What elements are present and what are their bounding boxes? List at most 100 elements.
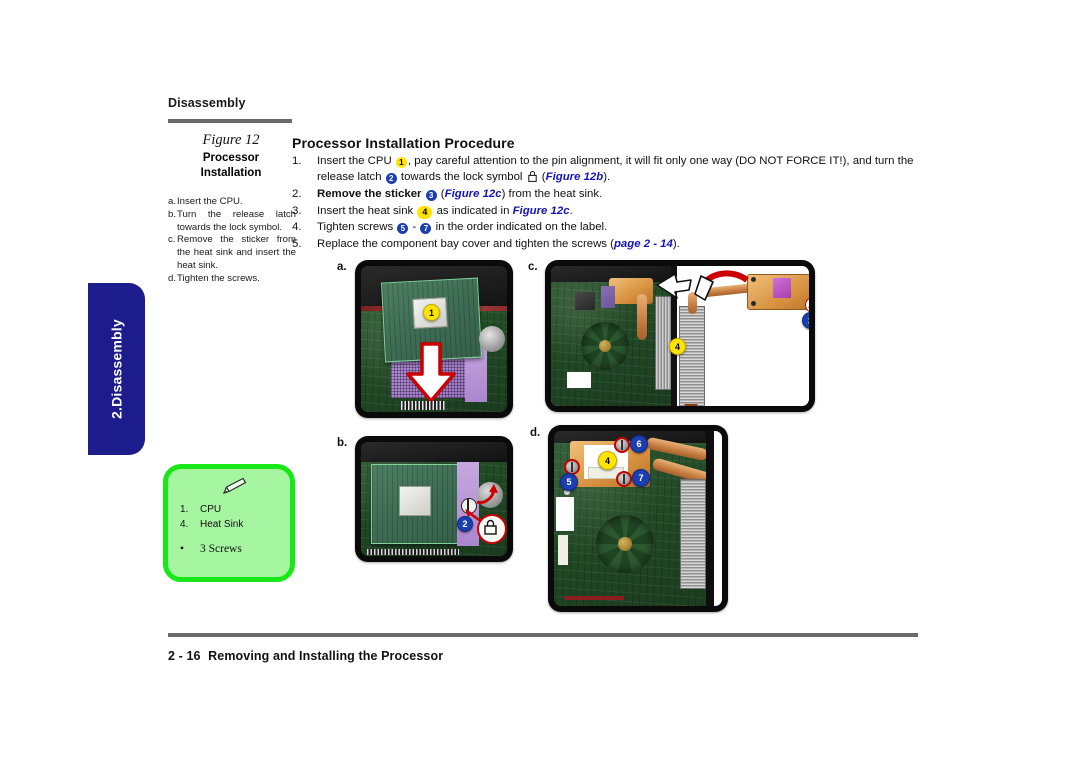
inline-badge-7: 7 (420, 223, 432, 235)
note-bullet-mark: • (180, 543, 185, 555)
procedure-step: 2. Remove the sticker 3 (Figure 12c) from… (292, 186, 922, 202)
callout-badge-1: 1 (423, 304, 440, 321)
procedure-step-number: 5. (292, 237, 302, 250)
body-text: ). (603, 171, 611, 184)
panel-letter-b: b. (337, 437, 348, 449)
figure-legend: a. Insert the CPU. b. Turn the release l… (168, 196, 296, 285)
inline-badge-4: 4 (417, 205, 433, 219)
body-text: ) from the heat sink. (501, 187, 603, 200)
procedure-step-text: Tighten screws 5 - 7 in the order indica… (317, 219, 922, 235)
callout-badge-2: 2 (457, 516, 473, 532)
body-text: - (409, 221, 420, 234)
body-text: Replace the component bay cover and tigh… (317, 237, 614, 250)
figure-legend-text: Turn the release latch towards the lock … (177, 208, 296, 233)
running-head: Disassembly (168, 96, 246, 110)
figure-panel-d: 4 5 6 7 (548, 425, 728, 612)
note-box: 1. CPU 4. Heat Sink • 3 Screws (163, 464, 295, 582)
note-item-number: 1. (180, 504, 189, 515)
cross-reference[interactable]: page 2 - 14 (614, 238, 673, 250)
body-text: as indicated in (433, 204, 513, 217)
document-page: Disassembly 2.Disassembly Figure 12 Proc… (0, 0, 1080, 763)
cross-reference[interactable]: Figure 12c (513, 205, 570, 217)
note-bullet-item: • 3 Screws (180, 543, 242, 555)
body-text: Insert the heat sink (317, 204, 417, 217)
callout-badge-5: 5 (560, 473, 578, 491)
emphasis-text: Remove the sticker (317, 187, 425, 200)
body-text: . (569, 204, 573, 217)
figure-legend-key: d. (168, 272, 177, 284)
figure-legend-item: a. Insert the CPU. (168, 196, 296, 209)
procedure-step-text: Insert the CPU 1, pay careful attention … (317, 153, 922, 185)
body-text: ). (672, 237, 680, 250)
procedure-step: 1. Insert the CPU 1, pay careful attentio… (292, 153, 922, 185)
note-list-item: 1. CPU (180, 503, 243, 518)
body-text: Insert the CPU (317, 155, 395, 167)
body-text: ( (538, 171, 546, 184)
figure-legend-key: a. (168, 196, 177, 207)
body-text: ( (437, 187, 445, 200)
callout-badge-6: 6 (630, 435, 648, 453)
figure-legend-item: b. Turn the release latch towards the lo… (168, 209, 296, 235)
note-list-item: 4. Heat Sink (180, 518, 243, 533)
procedure-step: 3. Insert the heat sink 4 as indicated in… (292, 203, 922, 219)
callout-badge-4: 4 (598, 451, 617, 470)
cross-reference[interactable]: Figure 12c (445, 188, 502, 200)
figure-panel-c: 4 3 (545, 260, 815, 412)
cross-reference[interactable]: Figure 12b (546, 171, 604, 183)
figure-legend-text: Tighten the screws. (177, 272, 260, 284)
procedure-step: 4. Tighten screws 5 - 7 in the order indi… (292, 219, 922, 235)
panel-letter-a: a. (337, 261, 347, 273)
body-text: in the order indicated on the label. (432, 221, 608, 234)
procedure-step-text: Replace the component bay cover and tigh… (317, 236, 922, 252)
figure-legend-item: d. Tighten the screws. (168, 273, 296, 286)
figure-legend-key: b. (168, 208, 177, 220)
figure-panel-a-photo: 1 (361, 266, 507, 412)
callout-badge-7: 7 (632, 469, 650, 487)
pencil-icon (222, 477, 247, 494)
figure-title-line2: Installation (200, 167, 262, 180)
figure-title: Processor Installation (168, 151, 294, 182)
inline-badge-3: 3 (425, 189, 437, 201)
footer-section-title: Removing and Installing the Processor (208, 649, 444, 663)
footer-page-number: 2 - 16 (168, 649, 201, 663)
chapter-thumb-tab: 2.Disassembly (88, 283, 145, 455)
figure-legend-text: Insert the CPU. (177, 196, 243, 207)
procedure-step-number: 1. (292, 155, 302, 167)
inline-badge-1: 1 (395, 157, 407, 168)
callout-badge-4: 4 (669, 338, 686, 355)
panel-letter-d: d. (530, 427, 541, 439)
footer-rule (168, 633, 918, 637)
lock-icon (527, 171, 537, 183)
page-title: Processor Installation Procedure (292, 135, 515, 151)
chapter-thumb-tab-label: 2.Disassembly (108, 319, 125, 419)
inline-badge-5: 5 (397, 223, 409, 235)
note-item-number: 4. (180, 518, 189, 530)
figure-panel-b: 2 (355, 436, 513, 562)
figure-number: Figure 12 (202, 132, 260, 148)
figure-panel-d-photo: 4 5 6 7 (554, 431, 722, 606)
inline-badge-2: 2 (385, 173, 397, 185)
note-bullet-text: 3 Screws (200, 543, 242, 555)
footer: 2 - 16 Removing and Installing the Proce… (168, 649, 443, 663)
procedure-step-text: Remove the sticker 3 (Figure 12c) from t… (317, 186, 922, 202)
figure-legend-item: c. Remove the sticker from the heat sink… (168, 234, 296, 272)
procedure-step-number: 4. (292, 221, 302, 234)
note-list: 1. CPU 4. Heat Sink (180, 503, 243, 532)
note-item-label: CPU (200, 504, 222, 515)
figure-panel-b-photo: 2 (361, 442, 507, 556)
panel-letter-c: c. (528, 261, 538, 273)
figure-legend-text: Remove the sticker from the heat sink an… (177, 234, 296, 271)
figure-legend-key: c. (168, 234, 176, 246)
figure-panel-c-photo: 4 3 (551, 266, 809, 406)
procedure-step-number: 2. (292, 187, 302, 200)
header-rule (168, 119, 292, 123)
procedure-step-list: 1. Insert the CPU 1, pay careful attentio… (292, 153, 922, 253)
procedure-step-number: 3. (292, 204, 302, 217)
note-item-label: Heat Sink (200, 518, 244, 530)
body-text: Tighten screws (317, 221, 397, 234)
body-text: towards the lock symbol (397, 171, 526, 184)
figure-caption: Figure 12 Processor Installation (168, 132, 294, 182)
figure-panel-a: 1 (355, 260, 513, 418)
procedure-step-text: Insert the heat sink 4 as indicated in F… (317, 203, 922, 219)
procedure-step: 5. Replace the component bay cover and ti… (292, 236, 922, 252)
